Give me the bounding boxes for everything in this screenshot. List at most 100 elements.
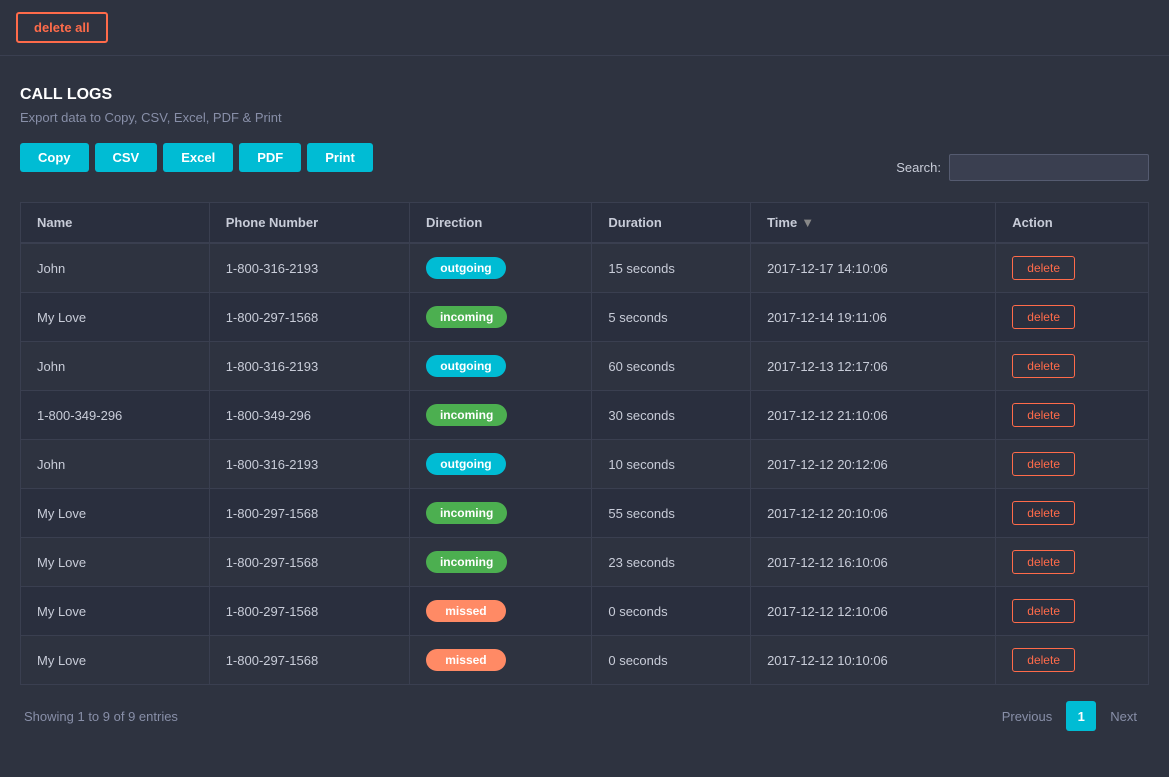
badge-missed: missed [426,600,506,622]
table-header: NamePhone NumberDirectionDurationTime ▼A… [21,203,1149,244]
cell-direction: incoming [409,489,591,538]
table-row: My Love1-800-297-1568 incoming 5 seconds20… [21,293,1149,342]
badge-outgoing: outgoing [426,355,506,377]
delete-row-6-button[interactable]: delete [1012,550,1075,574]
cell-duration: 55 seconds [592,489,751,538]
cell-time: 2017-12-12 16:10:06 [751,538,996,587]
search-input[interactable] [949,154,1149,181]
badge-incoming: incoming [426,502,507,524]
cell-time: 2017-12-12 21:10:06 [751,391,996,440]
cell-action: delete [996,587,1149,636]
cell-action: delete [996,636,1149,685]
table-footer: Showing 1 to 9 of 9 entries Previous 1 N… [20,685,1149,747]
delete-row-1-button[interactable]: delete [1012,305,1075,329]
table-row: My Love1-800-297-1568 incoming 55 seconds2… [21,489,1149,538]
next-button[interactable]: Next [1102,705,1145,728]
sort-icon: ▼ [801,215,814,230]
delete-row-8-button[interactable]: delete [1012,648,1075,672]
table-row: My Love1-800-297-1568missed0 seconds2017… [21,587,1149,636]
cell-duration: 5 seconds [592,293,751,342]
cell-name: John [21,243,210,293]
export-buttons-group: CopyCSVExcelPDFPrint [20,143,373,172]
col-header-phone-number: Phone Number [209,203,409,244]
cell-phone: 1-800-297-1568 [209,489,409,538]
cell-direction: outgoing [409,342,591,391]
table-body: John1-800-316-2193outgoing15 seconds2017… [21,243,1149,685]
table-row: My Love1-800-297-1568missed0 seconds2017… [21,636,1149,685]
export-label: Export data to Copy, CSV, Excel, PDF & P… [20,110,1149,125]
badge-missed: missed [426,649,506,671]
cell-action: delete [996,440,1149,489]
col-header-time: Time ▼ [751,203,996,244]
badge-incoming: incoming [426,404,507,426]
cell-time: 2017-12-17 14:10:06 [751,243,996,293]
cell-phone: 1-800-316-2193 [209,243,409,293]
cell-name: 1-800-349-296 [21,391,210,440]
cell-phone: 1-800-297-1568 [209,636,409,685]
cell-action: delete [996,538,1149,587]
col-header-name: Name [21,203,210,244]
cell-direction: incoming [409,391,591,440]
cell-action: delete [996,391,1149,440]
cell-phone: 1-800-316-2193 [209,440,409,489]
delete-all-button[interactable]: delete all [16,12,108,43]
cell-action: delete [996,293,1149,342]
cell-direction: incoming [409,293,591,342]
cell-direction: outgoing [409,440,591,489]
cell-duration: 30 seconds [592,391,751,440]
cell-phone: 1-800-297-1568 [209,293,409,342]
cell-name: My Love [21,636,210,685]
table-row: John1-800-316-2193outgoing15 seconds2017… [21,243,1149,293]
cell-duration: 10 seconds [592,440,751,489]
badge-outgoing: outgoing [426,453,506,475]
export-copy-button[interactable]: Copy [20,143,89,172]
cell-action: delete [996,243,1149,293]
delete-row-2-button[interactable]: delete [1012,354,1075,378]
export-pdf-button[interactable]: PDF [239,143,301,172]
delete-row-7-button[interactable]: delete [1012,599,1075,623]
cell-direction: outgoing [409,243,591,293]
export-csv-button[interactable]: CSV [95,143,158,172]
cell-duration: 15 seconds [592,243,751,293]
export-print-button[interactable]: Print [307,143,373,172]
table-wrapper: NamePhone NumberDirectionDurationTime ▼A… [20,202,1149,685]
cell-name: My Love [21,293,210,342]
delete-row-5-button[interactable]: delete [1012,501,1075,525]
page-1-button[interactable]: 1 [1066,701,1096,731]
cell-name: My Love [21,489,210,538]
cell-direction: incoming [409,538,591,587]
call-logs-table: NamePhone NumberDirectionDurationTime ▼A… [20,202,1149,685]
cell-time: 2017-12-12 20:10:06 [751,489,996,538]
cell-duration: 0 seconds [592,587,751,636]
badge-incoming: incoming [426,551,507,573]
delete-row-0-button[interactable]: delete [1012,256,1075,280]
cell-phone: 1-800-316-2193 [209,342,409,391]
col-header-duration: Duration [592,203,751,244]
toolbar-row: CopyCSVExcelPDFPrint Search: [20,143,1149,192]
table-row: John1-800-316-2193outgoing10 seconds2017… [21,440,1149,489]
search-bar: Search: [896,154,1149,181]
cell-time: 2017-12-14 19:11:06 [751,293,996,342]
previous-button[interactable]: Previous [994,705,1061,728]
export-excel-button[interactable]: Excel [163,143,233,172]
table-row: 1-800-349-2961-800-349-296incoming30 sec… [21,391,1149,440]
cell-time: 2017-12-13 12:17:06 [751,342,996,391]
table-row: My Love1-800-297-1568incoming23 seconds2… [21,538,1149,587]
cell-direction: missed [409,636,591,685]
cell-direction: missed [409,587,591,636]
delete-row-4-button[interactable]: delete [1012,452,1075,476]
top-bar: delete all [0,0,1169,56]
cell-name: John [21,342,210,391]
col-header-direction: Direction [409,203,591,244]
header-row: NamePhone NumberDirectionDurationTime ▼A… [21,203,1149,244]
cell-name: My Love [21,538,210,587]
badge-incoming: incoming [426,306,507,328]
delete-row-3-button[interactable]: delete [1012,403,1075,427]
main-content: CALL LOGS Export data to Copy, CSV, Exce… [0,56,1169,777]
cell-phone: 1-800-297-1568 [209,538,409,587]
table-row: John1-800-316-2193 outgoing 60 seconds2017… [21,342,1149,391]
section-title: CALL LOGS [20,86,1149,104]
cell-duration: 60 seconds [592,342,751,391]
cell-duration: 0 seconds [592,636,751,685]
cell-name: John [21,440,210,489]
